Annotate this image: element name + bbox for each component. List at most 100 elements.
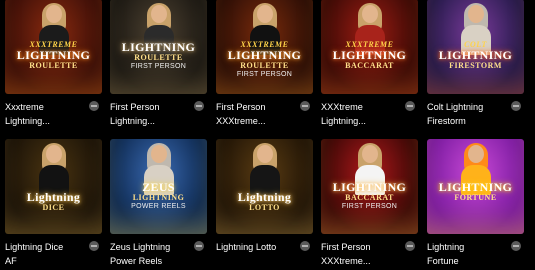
game-title-line1: First Person: [321, 242, 371, 252]
game-title-line1: First Person: [216, 102, 266, 112]
game-title[interactable]: Zeus Lightning Power Reels: [110, 240, 190, 268]
game-card[interactable]: Lightning DICE Lightning Dice AF: [5, 139, 102, 266]
game-logo-line: FORTUNE: [454, 193, 497, 202]
game-thumbnail[interactable]: LIGHTNING FORTUNE: [427, 139, 524, 234]
game-card[interactable]: LIGHTNING ROULETTE FIRST PERSON First Perso…: [110, 0, 207, 126]
game-title[interactable]: Colt Lightning Firestorm: [427, 100, 507, 128]
more-options-icon[interactable]: [194, 241, 204, 251]
game-card[interactable]: COLT LIGHTNING FIRESTORM Colt Lightning Fire…: [427, 0, 524, 126]
ellipsis-icon: [513, 245, 519, 247]
game-card[interactable]: ZEUS LIGHTNING POWER REELS Zeus Lightning Po…: [110, 139, 207, 266]
game-logo-line: DICE: [42, 203, 65, 212]
game-logo-line: LIGHTNING: [121, 40, 196, 54]
game-title-line1: Xxxtreme: [5, 102, 44, 112]
game-logo-line: FIRST PERSON: [341, 203, 398, 210]
game-logo-line: FIRST PERSON: [130, 63, 187, 70]
game-title[interactable]: Xxxtreme Lightning...: [5, 100, 85, 128]
game-title-line2: XXXtreme...: [216, 116, 266, 126]
game-title[interactable]: First Person XXXtreme...: [216, 100, 296, 128]
game-card[interactable]: XXXTREME LIGHTNING BACCARAT XXXtreme Lightni…: [321, 0, 418, 126]
game-logo: COLT LIGHTNING FIRESTORM: [431, 41, 520, 71]
more-options-icon[interactable]: [300, 241, 310, 251]
game-logo-line: BACCARAT: [345, 61, 394, 70]
game-logo-line: FIRESTORM: [449, 61, 502, 70]
game-logo-line: ROULETTE: [134, 53, 183, 62]
game-logo: LIGHTNING BACCARAT FIRST PERSON: [325, 181, 414, 210]
game-title[interactable]: First Person Lightning...: [110, 100, 190, 128]
game-thumbnail[interactable]: LIGHTNING BACCARAT FIRST PERSON: [321, 139, 418, 234]
game-logo-line: Lightning: [26, 190, 81, 204]
game-logo-line: LIGHTNING: [332, 180, 407, 194]
game-logo: LIGHTNING FORTUNE: [431, 181, 520, 203]
game-logo-line: LOTTO: [249, 203, 280, 212]
game-card[interactable]: LIGHTNING BACCARAT FIRST PERSON First Perso…: [321, 139, 418, 266]
game-title-line2: XXXtreme...: [321, 256, 371, 266]
more-options-icon[interactable]: [405, 101, 415, 111]
game-title[interactable]: First Person XXXtreme...: [321, 240, 401, 268]
game-thumbnail[interactable]: XXXTREME LIGHTNING ROULETTE: [5, 0, 102, 94]
ellipsis-icon: [513, 105, 519, 107]
more-options-icon[interactable]: [194, 101, 204, 111]
game-title-line2: Lightning...: [5, 116, 50, 126]
game-logo: XXXTREME LIGHTNING ROULETTE: [9, 41, 98, 71]
game-title-line2: Power Reels: [110, 256, 163, 266]
game-thumbnail[interactable]: Lightning LOTTO: [216, 139, 313, 234]
game-thumbnail[interactable]: LIGHTNING ROULETTE FIRST PERSON: [110, 0, 207, 94]
game-title[interactable]: Lightning Fortune: [427, 240, 507, 268]
game-logo-line: ROULETTE: [240, 61, 289, 70]
game-card[interactable]: XXXTREME LIGHTNING ROULETTE FIRST PERSON Fir…: [216, 0, 313, 126]
ellipsis-icon: [196, 245, 202, 247]
more-options-icon[interactable]: [89, 101, 99, 111]
game-logo: XXXTREME LIGHTNING BACCARAT: [325, 41, 414, 71]
more-options-icon[interactable]: [405, 241, 415, 251]
game-title-line1: Zeus Lightning: [110, 242, 171, 252]
game-logo: XXXTREME LIGHTNING ROULETTE FIRST PERSON: [220, 41, 309, 79]
game-logo-line: LIGHTNING: [132, 193, 185, 202]
ellipsis-icon: [91, 105, 97, 107]
more-options-icon[interactable]: [300, 101, 310, 111]
game-title-line2: AF: [5, 256, 17, 266]
game-thumbnail[interactable]: XXXTREME LIGHTNING ROULETTE FIRST PERSON: [216, 0, 313, 94]
game-logo-line: LIGHTNING: [438, 48, 513, 62]
game-title-line2: Fortune: [427, 256, 459, 266]
game-logo: ZEUS LIGHTNING POWER REELS: [114, 181, 203, 210]
game-logo-line: FIRST PERSON: [236, 71, 293, 78]
game-title[interactable]: Lightning Dice AF: [5, 240, 85, 268]
ellipsis-icon: [302, 245, 308, 247]
game-card[interactable]: Lightning LOTTO Lightning Lotto: [216, 139, 313, 252]
game-logo-line: POWER REELS: [131, 203, 186, 210]
game-character-art: [248, 143, 282, 195]
game-title-line1: Lightning: [427, 242, 465, 252]
game-title-line1: Colt Lightning: [427, 102, 484, 112]
ellipsis-icon: [407, 105, 413, 107]
game-title-line1: XXXtreme: [321, 102, 363, 112]
game-title-line2: Lightning...: [110, 116, 155, 126]
ellipsis-icon: [91, 245, 97, 247]
ellipsis-icon: [196, 105, 202, 107]
game-title-line2: Lightning...: [321, 116, 366, 126]
game-logo-line: ROULETTE: [29, 61, 78, 70]
game-title-line1: Lightning Lotto: [216, 242, 277, 252]
game-logo: Lightning DICE: [9, 191, 98, 213]
game-thumbnail[interactable]: COLT LIGHTNING FIRESTORM: [427, 0, 524, 94]
game-logo-line: LIGHTNING: [227, 48, 302, 62]
game-logo-line: Lightning: [237, 190, 292, 204]
game-thumbnail[interactable]: XXXTREME LIGHTNING BACCARAT: [321, 0, 418, 94]
game-title-line2: Firestorm: [427, 116, 466, 126]
game-logo-line: ZEUS: [142, 180, 175, 194]
ellipsis-icon: [302, 105, 308, 107]
more-options-icon[interactable]: [89, 241, 99, 251]
game-card[interactable]: XXXTREME LIGHTNING ROULETTE Xxxtreme Lightni…: [5, 0, 102, 126]
game-card[interactable]: LIGHTNING FORTUNE Lightning Fortune: [427, 139, 524, 266]
game-thumbnail[interactable]: Lightning DICE: [5, 139, 102, 234]
game-title[interactable]: Lightning Lotto: [216, 240, 296, 254]
game-logo: LIGHTNING ROULETTE FIRST PERSON: [114, 41, 203, 70]
game-logo-line: LIGHTNING: [332, 48, 407, 62]
game-logo-line: LIGHTNING: [438, 180, 513, 194]
game-grid: XXXTREME LIGHTNING ROULETTE Xxxtreme Lightni…: [0, 0, 535, 270]
ellipsis-icon: [407, 245, 413, 247]
more-options-icon[interactable]: [511, 241, 521, 251]
game-thumbnail[interactable]: ZEUS LIGHTNING POWER REELS: [110, 139, 207, 234]
game-title[interactable]: XXXtreme Lightning...: [321, 100, 401, 128]
more-options-icon[interactable]: [511, 101, 521, 111]
